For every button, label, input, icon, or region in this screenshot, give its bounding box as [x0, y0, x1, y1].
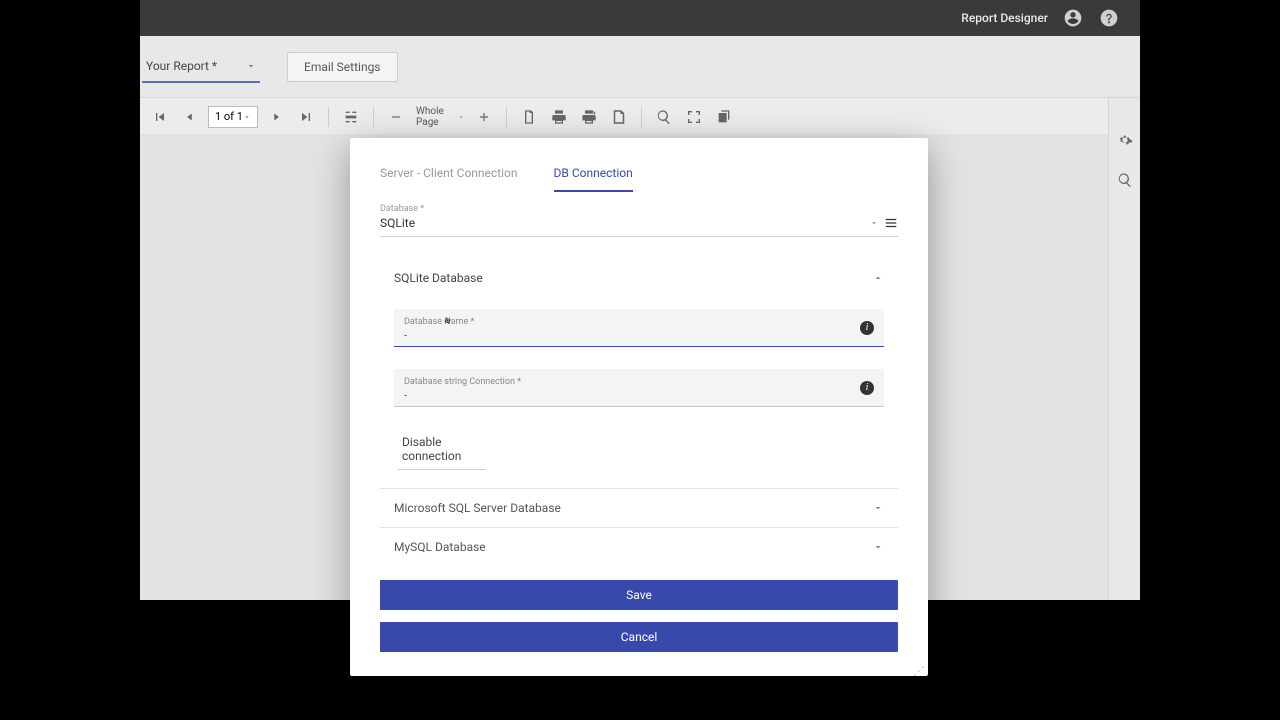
- mysql-section[interactable]: MySQL Database: [380, 527, 898, 566]
- connection-string-label: Database string Connection *: [404, 377, 872, 387]
- toolbar-divider: [328, 107, 329, 127]
- toolbar-divider: [506, 107, 507, 127]
- prev-page-icon[interactable]: [178, 105, 202, 129]
- next-page-icon[interactable]: [264, 105, 288, 129]
- database-label: Database *: [380, 204, 898, 214]
- chevron-down-icon: [872, 502, 884, 514]
- fullscreen-icon[interactable]: [682, 105, 706, 129]
- search-icon[interactable]: [1113, 168, 1137, 192]
- resize-handle-icon[interactable]: ⋰: [913, 668, 924, 674]
- email-settings-button[interactable]: Email Settings: [287, 52, 398, 82]
- dialog-tabs: Server - Client Connection DB Connection: [380, 166, 898, 192]
- mysql-title: MySQL Database: [394, 540, 486, 554]
- connection-string-field[interactable]: Database string Connection * - i: [394, 369, 884, 407]
- right-rail: [1108, 98, 1140, 600]
- tab-db-connection[interactable]: DB Connection: [554, 166, 633, 192]
- connection-string-value: -: [404, 389, 872, 402]
- report-dropdown[interactable]: Your Report *: [142, 51, 260, 83]
- gear-icon[interactable]: [1113, 128, 1137, 152]
- export-icon[interactable]: [607, 105, 631, 129]
- list-icon[interactable]: [884, 216, 898, 230]
- zoom-out-icon[interactable]: [384, 105, 408, 129]
- chevron-down-icon: [243, 113, 251, 121]
- zoom-in-icon[interactable]: [472, 105, 496, 129]
- toolbar: 1 of 1 Whole Page: [140, 98, 1140, 136]
- sqlite-header[interactable]: SQLite Database: [394, 265, 884, 291]
- mssql-title: Microsoft SQL Server Database: [394, 501, 561, 515]
- page-indicator-text: 1 of 1: [215, 110, 243, 123]
- toolbar-divider: [641, 107, 642, 127]
- database-name-value: -: [404, 329, 872, 342]
- page-break-icon[interactable]: [339, 105, 363, 129]
- app-header: Report Designer: [140, 0, 1140, 36]
- info-icon[interactable]: i: [860, 381, 874, 395]
- database-name-field[interactable]: Database Name * - i: [394, 309, 884, 347]
- last-page-icon[interactable]: [294, 105, 318, 129]
- info-icon[interactable]: i: [860, 321, 874, 335]
- page-indicator[interactable]: 1 of 1: [208, 106, 258, 128]
- document-icon[interactable]: [517, 105, 541, 129]
- cancel-label: Cancel: [621, 630, 658, 644]
- database-value: SQLite: [380, 216, 415, 230]
- save-button[interactable]: Save: [380, 580, 898, 610]
- zoom-label: Whole Page: [416, 106, 458, 128]
- email-settings-label: Email Settings: [304, 60, 381, 74]
- sqlite-section: SQLite Database Database Name * - i Data…: [380, 265, 898, 470]
- print-icon[interactable]: [547, 105, 571, 129]
- secondary-bar: Your Report * Email Settings: [140, 36, 1140, 98]
- account-icon[interactable]: [1062, 7, 1084, 29]
- chevron-down-icon: [458, 113, 464, 121]
- mssql-section[interactable]: Microsoft SQL Server Database: [380, 488, 898, 527]
- chevron-down-icon: [870, 219, 878, 227]
- chevron-down-icon: [246, 61, 256, 71]
- disable-connection-button[interactable]: Disable connection: [398, 429, 486, 470]
- help-icon[interactable]: [1098, 7, 1120, 29]
- cancel-button[interactable]: Cancel: [380, 622, 898, 652]
- database-name-label: Database Name *: [404, 317, 872, 327]
- tab-server-client[interactable]: Server - Client Connection: [380, 166, 518, 192]
- chevron-down-icon: [872, 541, 884, 553]
- connection-dialog: Server - Client Connection DB Connection…: [350, 138, 928, 676]
- first-page-icon[interactable]: [148, 105, 172, 129]
- database-select-field[interactable]: Database * SQLite: [380, 204, 898, 237]
- print-alt-icon[interactable]: [577, 105, 601, 129]
- app-title: Report Designer: [961, 11, 1048, 25]
- chevron-up-icon: [872, 272, 884, 284]
- toolbar-divider: [373, 107, 374, 127]
- pages-icon[interactable]: [712, 105, 736, 129]
- search-icon[interactable]: [652, 105, 676, 129]
- sqlite-title: SQLite Database: [394, 271, 483, 285]
- save-label: Save: [626, 588, 652, 602]
- zoom-dropdown[interactable]: Whole Page: [414, 106, 466, 128]
- report-dropdown-label: Your Report *: [146, 59, 217, 73]
